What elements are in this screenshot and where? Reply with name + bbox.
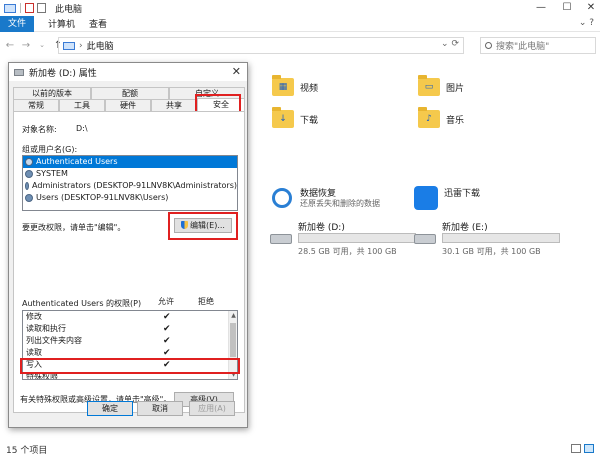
drive-d-usage-bar xyxy=(298,233,416,243)
properties-quick-icon[interactable] xyxy=(25,3,34,13)
video-folder-icon: ▦ xyxy=(272,75,294,96)
search-icon xyxy=(485,42,492,49)
security-panel: 对象名称: D:\ 组或用户名(G): Authenticated Users … xyxy=(13,111,245,413)
apply-button[interactable]: 应用(A) xyxy=(189,401,235,416)
address-bar[interactable]: › 此电脑 ⌄ ⟳ xyxy=(58,37,464,54)
list-item[interactable]: Authenticated Users xyxy=(23,156,237,168)
picture-folder-icon: ▭ xyxy=(418,75,440,96)
groups-label: 组或用户名(G): xyxy=(22,145,78,154)
computer-icon xyxy=(4,3,16,13)
tiles-view-icon[interactable] xyxy=(584,444,594,453)
close-icon[interactable]: ✕ xyxy=(232,65,241,78)
dialog-title: 新加卷 (D:) 属性 xyxy=(29,68,97,79)
list-item[interactable]: Users (DESKTOP-91LNV8K\Users) xyxy=(23,192,237,204)
user-group-icon xyxy=(25,182,30,190)
allow-header: 允许 xyxy=(158,297,174,306)
refresh-icon[interactable]: ⌄ ⟳ xyxy=(441,39,459,49)
highlight-edit-button xyxy=(168,212,238,240)
allow-check-icon: ✔ xyxy=(163,324,171,334)
recent-chevron-icon[interactable]: ⌄ xyxy=(36,41,48,49)
hard-disk-icon xyxy=(414,234,436,244)
tab-computer[interactable]: 计算机 xyxy=(48,17,75,30)
user-group-icon xyxy=(25,194,33,202)
drive-d[interactable]: 新加卷 (D:) 28.5 GB 可用，共 100 GB xyxy=(268,223,418,258)
item-count: 15 个项目 xyxy=(6,445,48,456)
user-group-icon xyxy=(25,170,33,178)
minimize-icon[interactable]: — xyxy=(530,0,552,16)
tab-file[interactable]: 文件 xyxy=(0,15,34,32)
permissions-label: Authenticated Users 的权限(P) xyxy=(22,299,142,308)
object-name-value: D:\ xyxy=(76,124,88,133)
cancel-button[interactable]: 取消 xyxy=(137,401,183,416)
ribbon-tabs: 文件 计算机 查看 ⌄ ? xyxy=(0,15,600,32)
search-input[interactable]: 搜索"此电脑" xyxy=(480,37,596,54)
titlebar-divider xyxy=(20,3,21,13)
folder-music[interactable]: ♪ 音乐 xyxy=(418,107,464,128)
app-xunlei[interactable]: 迅雷下载 xyxy=(414,186,554,214)
deny-header: 拒绝 xyxy=(198,297,214,306)
back-arrow-icon[interactable]: ← xyxy=(4,40,16,51)
status-bar: 15 个项目 xyxy=(0,440,600,458)
drive-e[interactable]: 新加卷 (E:) 30.1 GB 可用，共 100 GB xyxy=(412,223,562,258)
user-list[interactable]: Authenticated Users SYSTEM Administrator… xyxy=(22,155,238,211)
hard-disk-icon xyxy=(270,234,292,244)
maximize-icon[interactable]: ☐ xyxy=(556,0,578,16)
properties-dialog: 新加卷 (D:) 属性 ✕ 以前的版本 配额 自定义 常规 工具 硬件 共享 安… xyxy=(8,62,248,428)
folder-videos[interactable]: ▦ 视频 xyxy=(272,75,318,96)
scroll-up-icon[interactable]: ▲ xyxy=(229,311,237,320)
thunder-bird-icon xyxy=(414,186,438,210)
new-folder-quick-icon[interactable] xyxy=(37,3,46,13)
highlight-write-row xyxy=(20,358,240,374)
music-folder-icon: ♪ xyxy=(418,107,440,128)
drive-e-usage-bar xyxy=(442,233,560,243)
close-icon[interactable]: ✕ xyxy=(580,0,600,16)
download-folder-icon: ↓ xyxy=(272,107,294,128)
allow-check-icon: ✔ xyxy=(163,336,171,346)
list-item[interactable]: Administrators (DESKTOP-91LNV8K\Administ… xyxy=(23,180,237,192)
scroll-thumb[interactable] xyxy=(230,323,236,357)
search-placeholder: 搜索"此电脑" xyxy=(496,42,550,52)
drive-icon xyxy=(14,68,24,76)
address-chevron-icon: › xyxy=(79,40,83,51)
table-row: 读取和执行 ✔ xyxy=(26,324,171,334)
data-recovery-icon xyxy=(272,188,292,208)
tab-tools[interactable]: 工具 xyxy=(59,99,105,111)
folder-downloads[interactable]: ↓ 下载 xyxy=(272,107,318,128)
ok-button[interactable]: 确定 xyxy=(87,401,133,416)
tab-sharing[interactable]: 共享 xyxy=(151,99,197,111)
object-name-label: 对象名称: xyxy=(22,125,57,134)
change-permission-hint: 要更改权限，请单击"编辑"。 xyxy=(22,223,126,232)
allow-check-icon: ✔ xyxy=(163,312,171,322)
ribbon-help-icon[interactable]: ⌄ ? xyxy=(579,18,594,28)
tab-quota[interactable]: 配额 xyxy=(91,87,169,99)
computer-icon xyxy=(63,41,75,50)
details-view-icon[interactable] xyxy=(571,444,581,453)
tab-hardware[interactable]: 硬件 xyxy=(105,99,151,111)
explorer-titlebar: 此电脑 — ☐ ✕ xyxy=(0,0,600,16)
user-group-icon xyxy=(25,158,33,166)
dialog-titlebar: 新加卷 (D:) 属性 ✕ xyxy=(9,63,247,81)
tab-view[interactable]: 查看 xyxy=(89,17,107,30)
table-row: 修改 ✔ xyxy=(26,312,171,322)
tab-previous-versions[interactable]: 以前的版本 xyxy=(13,87,91,99)
forward-arrow-icon[interactable]: → xyxy=(20,40,32,51)
folder-pictures[interactable]: ▭ 图片 xyxy=(418,75,464,96)
address-row: ← → ⌄ ↑ › 此电脑 ⌄ ⟳ 搜索"此电脑" xyxy=(0,34,600,56)
tab-general[interactable]: 常规 xyxy=(13,99,59,111)
list-item[interactable]: SYSTEM xyxy=(23,168,237,180)
window-title: 此电脑 xyxy=(55,4,83,15)
address-text: 此电脑 xyxy=(86,42,114,52)
table-row: 列出文件夹内容 ✔ xyxy=(26,336,171,346)
app-data-recovery[interactable]: 数据恢复 还原丢失和删除的数据 xyxy=(270,186,410,214)
